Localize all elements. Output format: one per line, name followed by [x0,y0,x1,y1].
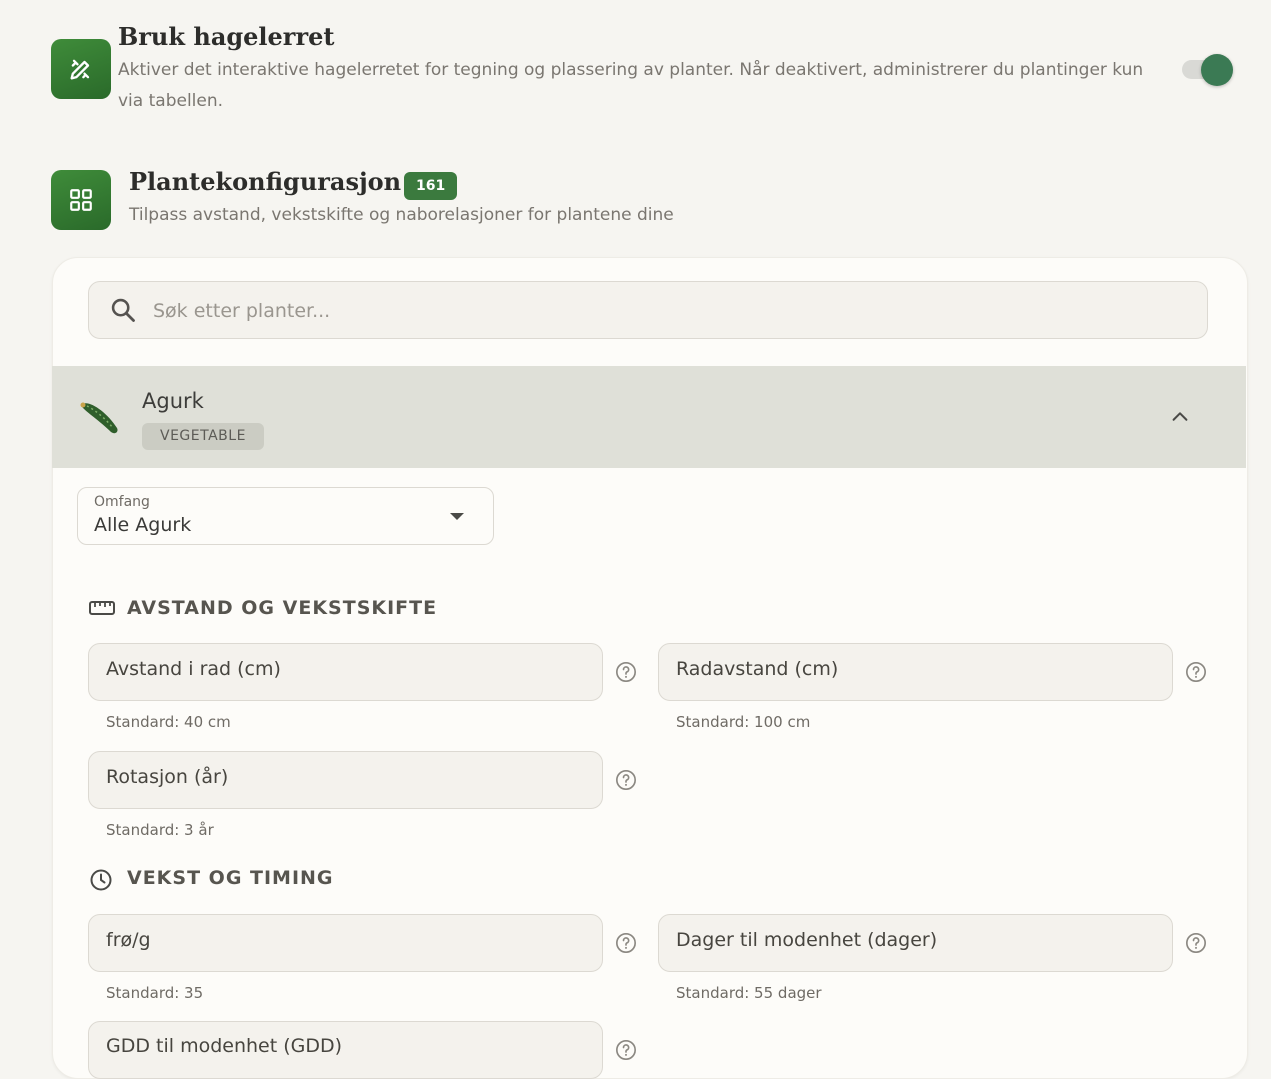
growth-group-title: VEKST OG TIMING [127,867,334,889]
help-icon[interactable] [615,1039,637,1061]
row-spacing-help: Standard: 100 cm [676,713,811,731]
scope-value: Alle Agurk [94,514,192,536]
help-icon[interactable] [1185,932,1207,954]
plant-config-description: Tilpass avstand, vekstskifte og naborela… [129,205,674,225]
days-to-maturity-help: Standard: 55 dager [676,984,822,1002]
seeds-per-gram-label: frø/g [106,929,151,951]
search-input[interactable] [151,282,1195,340]
days-to-maturity-label: Dager til modenhet (dager) [676,929,938,951]
plant-accordion-header[interactable] [52,366,1246,468]
canvas-section-description: Aktiver det interaktive hagelerretet for… [118,60,1144,111]
search-icon [111,298,135,322]
row-spacing-label: Radavstand (cm) [676,658,839,680]
grid-icon [70,189,92,211]
in-row-spacing-label: Avstand i rad (cm) [106,658,281,680]
help-icon[interactable] [615,661,637,683]
canvas-section-icon [51,39,111,99]
gdd-to-maturity-label: GDD til modenhet (GDD) [106,1035,343,1057]
chevron-up-icon[interactable] [1169,406,1191,428]
plant-config-icon [51,170,111,230]
seeds-per-gram-field[interactable] [88,914,603,972]
ruler-icon [89,601,115,615]
seeds-per-gram-help: Standard: 35 [106,984,204,1002]
plant-name: Agurk [142,389,204,413]
in-row-spacing-help: Standard: 40 cm [106,713,231,731]
spacing-group-title: AVSTAND OG VEKSTSKIFTE [127,597,438,619]
cucumber-icon [80,402,118,434]
scope-label: Omfang [94,494,150,510]
plant-category-badge: VEGETABLE [142,423,264,450]
dropdown-caret-icon[interactable] [450,513,464,520]
canvas-section-title: Bruk hagelerret [118,22,335,51]
canvas-toggle-knob[interactable] [1201,54,1233,86]
help-icon[interactable] [615,769,637,791]
rotation-help: Standard: 3 år [106,821,214,839]
clock-icon [90,869,112,891]
pencil-ruler-icon [70,59,90,80]
plant-count-badge: 161 [404,172,458,200]
plant-search[interactable] [88,281,1208,340]
help-icon[interactable] [615,932,637,954]
rotation-label: Rotasjon (år) [106,766,229,788]
plant-config-title: Plantekonfigurasjon [129,167,402,196]
help-icon[interactable] [1185,661,1207,683]
